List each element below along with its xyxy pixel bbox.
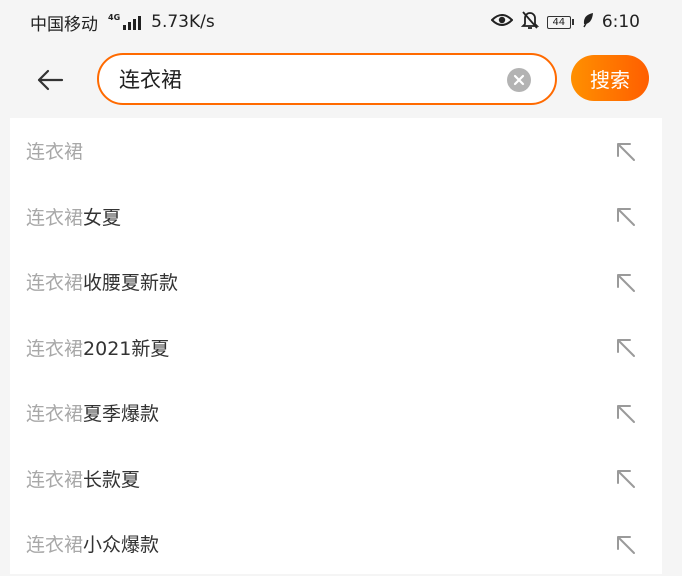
fill-arrow-icon[interactable] [612,400,638,426]
arrow-left-icon [37,69,64,91]
suggestion-keyword: 连衣裙 [26,337,84,360]
suggestion-item[interactable]: 连衣裙小众爆款 [10,511,662,576]
suggestion-item[interactable]: 连衣裙收腰夏新款 [10,249,662,314]
suggestion-list: 连衣裙 连衣裙女夏 连衣裙收腰夏新款 连衣裙2021新夏 连衣裙夏季爆款 连衣裙长款夏 连衣… [10,118,662,574]
clear-button[interactable] [507,68,531,92]
suggestion-completion: 2021新夏 [83,337,170,360]
search-bar: 搜索 [0,52,682,108]
suggestion-completion: 长款夏 [83,468,141,491]
battery-icon: 44 [546,15,574,29]
suggestion-text: 连衣裙 [26,137,83,164]
suggestion-keyword: 连衣裙 [26,534,84,556]
fill-arrow-icon[interactable] [612,269,638,295]
suggestion-item[interactable]: 连衣裙女夏 [10,184,662,249]
fill-arrow-icon[interactable] [612,465,638,491]
fill-arrow-icon[interactable] [612,334,638,360]
suggestion-keyword: 连衣裙 [26,206,84,229]
suggestion-item[interactable]: 连衣裙夏季爆款 [10,380,662,445]
carrier-label: 中国移动 [30,14,98,35]
search-box[interactable] [97,53,557,105]
suggestion-completion: 小众爆款 [83,534,160,556]
suggestion-completion: 夏季爆款 [83,403,160,425]
suggestion-keyword: 连衣裙 [26,272,84,294]
suggestion-item[interactable]: 连衣裙2021新夏 [10,315,662,380]
suggestion-keyword: 连衣裙 [26,403,84,425]
fill-arrow-icon[interactable] [612,203,638,229]
status-bar: 中国移动 4G 5.73K/s 44 6:10 [0,0,682,44]
suggestion-text: 连衣裙夏季爆款 [26,399,159,426]
suggestion-text: 连衣裙小众爆款 [26,530,159,557]
search-button[interactable]: 搜索 [571,55,649,101]
bell-off-icon [520,10,539,35]
suggestion-text: 连衣裙长款夏 [26,465,140,492]
suggestion-text: 连衣裙2021新夏 [26,334,169,361]
eye-icon [490,12,514,33]
status-bar-left: 中国移动 4G 5.73K/s [30,10,215,35]
suggestion-text: 连衣裙收腰夏新款 [26,268,178,295]
suggestion-text: 连衣裙女夏 [26,203,121,230]
suggestion-completion: 收腰夏新款 [83,272,179,294]
signal-icon: 4G [108,13,142,30]
search-input[interactable] [119,63,499,95]
suggestion-keyword: 连衣裙 [26,141,84,163]
network-type-label: 4G [108,13,121,22]
leaf-icon [582,12,594,33]
status-bar-right: 44 6:10 [490,10,640,35]
clock-label: 6:10 [601,12,640,32]
suggestion-item[interactable]: 连衣裙长款夏 [10,446,662,511]
clear-icon [513,74,525,86]
network-speed-label: 5.73K/s [151,12,215,32]
suggestion-completion: 女夏 [83,206,122,229]
fill-arrow-icon[interactable] [612,531,638,557]
back-button[interactable] [30,60,70,100]
suggestion-item[interactable]: 连衣裙 [10,118,662,183]
battery-level-label: 44 [546,15,571,29]
fill-arrow-icon[interactable] [612,138,638,164]
suggestion-keyword: 连衣裙 [26,468,84,491]
